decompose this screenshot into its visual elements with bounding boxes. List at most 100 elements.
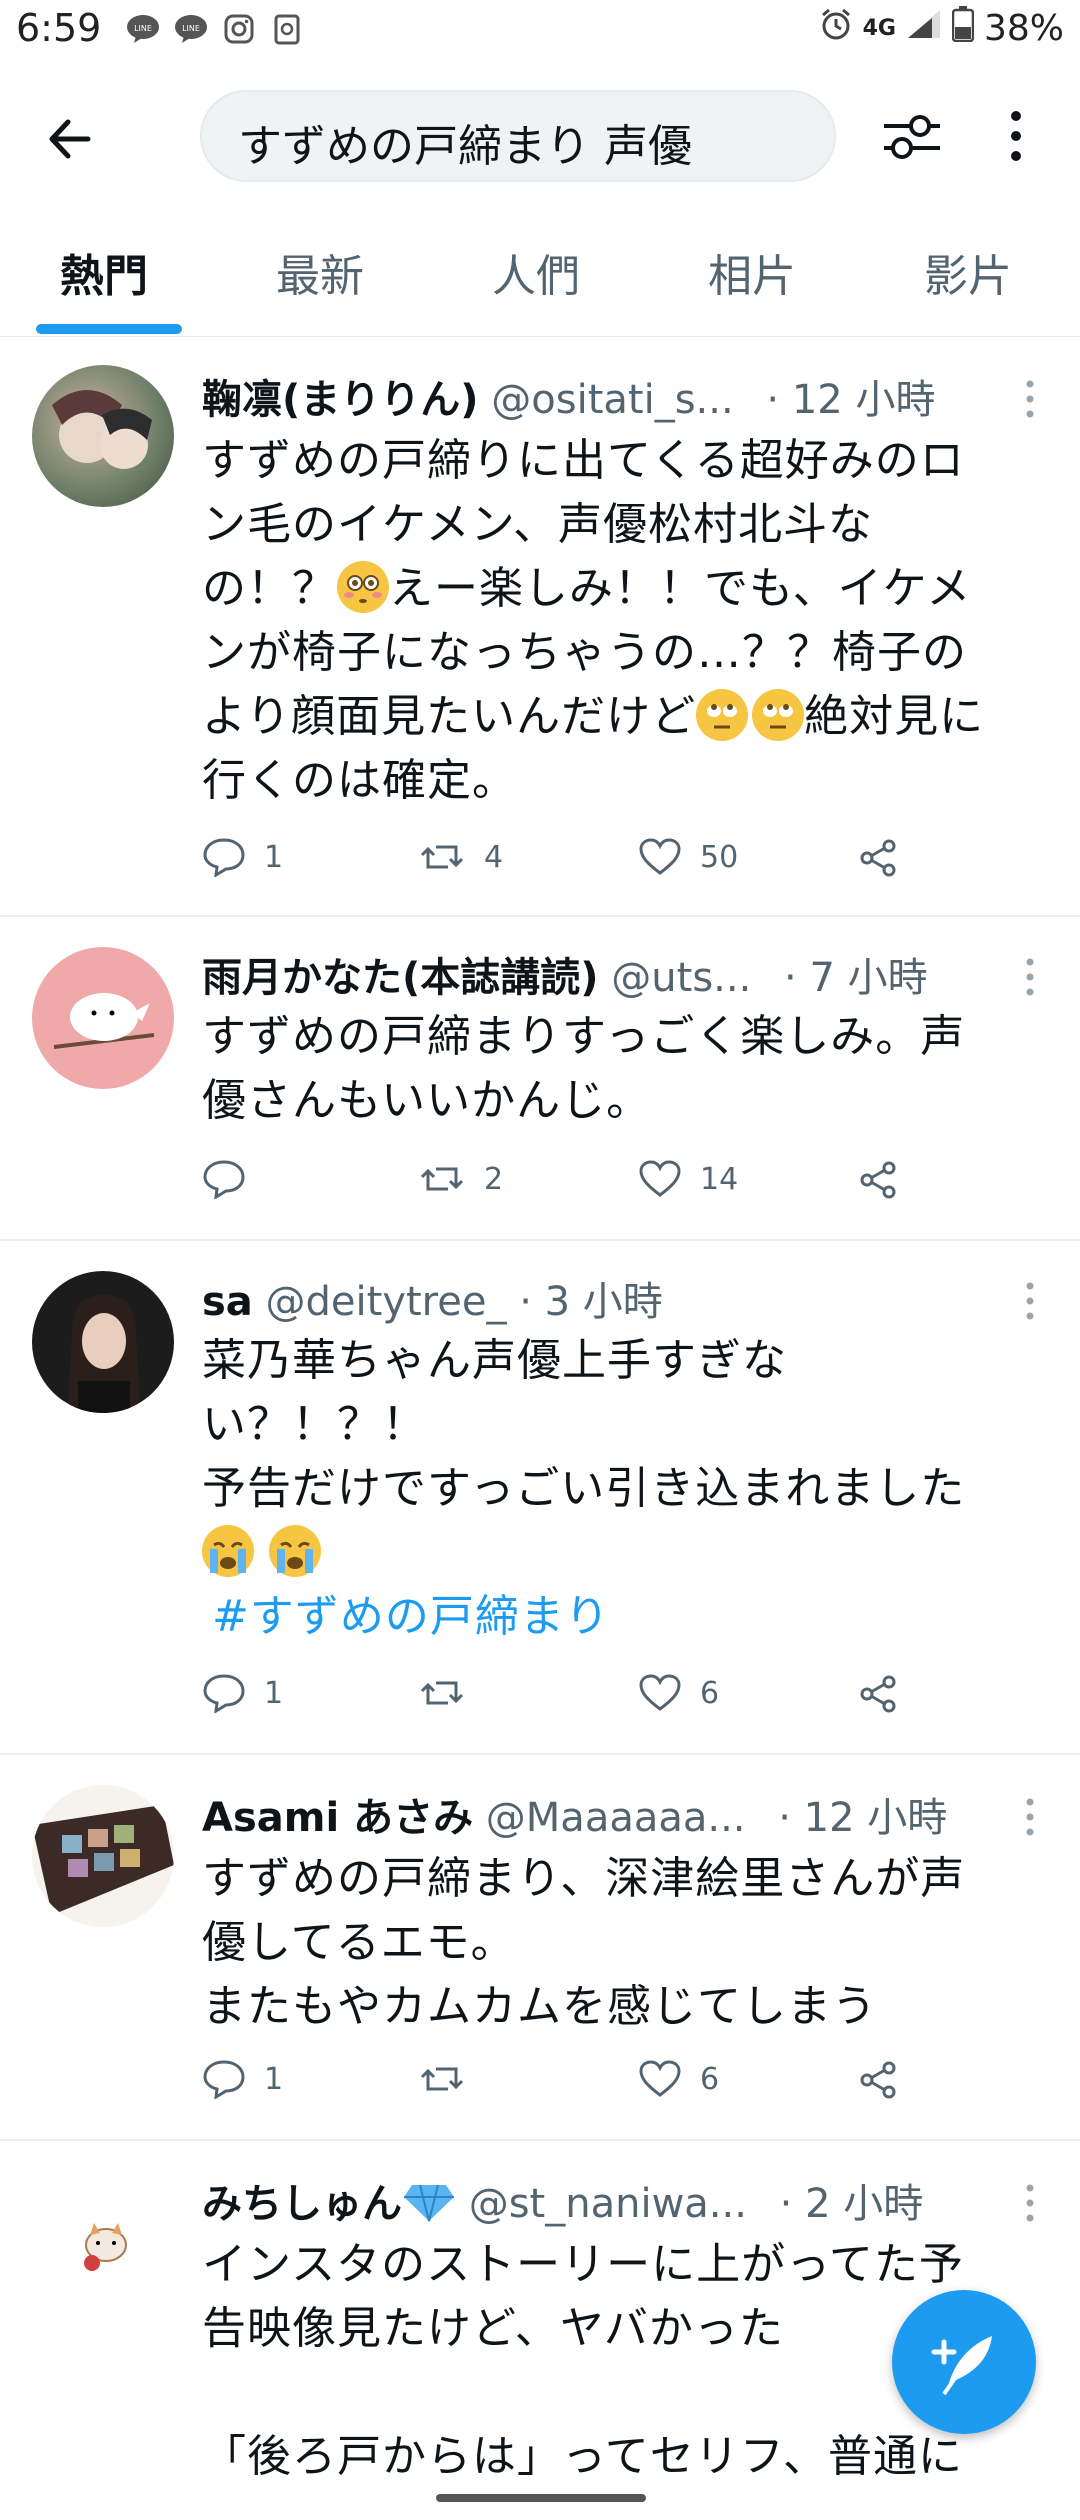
line-icon: LINE [174, 12, 208, 46]
tweet-line: い？！？！ [202, 1399, 427, 1450]
display-name[interactable]: 鞠凛(まりりん) [202, 377, 479, 423]
reply-button[interactable]: 1 [202, 2059, 283, 2099]
share-icon [860, 2061, 896, 2099]
tweet-line [202, 1521, 1042, 1585]
retweet-icon [420, 1167, 464, 1191]
avatar[interactable] [32, 365, 174, 507]
compose-tweet-button[interactable] [892, 2290, 1036, 2434]
like-button[interactable]: 14 [638, 1159, 738, 1199]
tweet-more-icon[interactable] [1024, 1281, 1036, 1321]
like-count: 50 [700, 839, 739, 875]
gesture-nav-bar[interactable] [436, 2494, 646, 2502]
tweet-time: · 7 小時 [784, 955, 928, 1001]
share-icon [860, 839, 896, 877]
tweet-text: すずめの戸締まり、深津絵里さんが声 優してるエモ。 またもやカムカムを感じてしま… [202, 1847, 1042, 2039]
tweet-line: 菜乃華ちゃん声優上手すぎな [202, 1335, 787, 1386]
heart-icon [639, 1160, 681, 1197]
tweet-line: 優さんもいいかんじ。 [202, 1075, 652, 1126]
share-icon [860, 1675, 896, 1713]
hashtag-link[interactable]: #すずめの戸締まり [212, 1585, 1042, 1649]
battery-percent: 38% [983, 8, 1064, 49]
reply-button[interactable]: 1 [202, 837, 283, 877]
retweet-icon [420, 845, 464, 869]
reply-icon [203, 838, 245, 877]
heart-icon [639, 2060, 681, 2097]
share-icon [860, 1161, 896, 1199]
tweet[interactable]: Asami あさみ @Maaaaaa... · 12 小時 すずめの戸締まり、深… [0, 1755, 1080, 2141]
tweet-time: · 12 小時 [778, 1795, 948, 1841]
share-button[interactable] [858, 2059, 900, 2101]
share-button[interactable] [858, 837, 900, 879]
reply-icon [203, 1674, 245, 1713]
reply-button[interactable]: 1 [202, 1673, 283, 1713]
tab-people[interactable]: 人們 [492, 240, 580, 304]
tweet-time: · 3 小時 [519, 1279, 663, 1325]
tweet-more-icon[interactable] [1024, 1797, 1036, 1837]
like-count: 6 [700, 1675, 720, 1711]
search-input[interactable]: すずめの戸締まり 声優 [200, 90, 836, 182]
tab-videos[interactable]: 影片 [924, 240, 1012, 304]
active-tab-indicator [36, 324, 182, 334]
reply-icon [203, 1160, 245, 1199]
tweet-more-icon[interactable] [1024, 379, 1036, 419]
heart-icon [639, 1674, 681, 1711]
tweet[interactable]: 雨月かなた(本誌講読) @uts... · 7 小時 すずめの戸締まりすっごく楽… [0, 917, 1080, 1241]
tweet-line: の！？ えー楽しみ！！でも、イケメ [202, 561, 972, 614]
avatar[interactable] [32, 1271, 174, 1413]
tweet-line: すずめの戸締まり、深津絵里さんが声 [202, 1853, 966, 1904]
crying-face-emoji [269, 1525, 321, 1577]
status-bar: 6:59 LINE LINE 4G 38% [0, 0, 1080, 64]
avatar[interactable] [32, 1785, 174, 1927]
retweet-icon [420, 2067, 464, 2091]
display-name[interactable]: sa [202, 1279, 253, 1325]
tweet-line: 予告だけですっごい引き込まれました [202, 1463, 966, 1514]
tab-top[interactable]: 熱門 [60, 240, 148, 304]
tweet-more-icon[interactable] [1024, 2183, 1036, 2223]
tweet-time: · 2 小時 [779, 2181, 924, 2227]
display-name[interactable]: 雨月かなた(本誌講読) [202, 955, 599, 1001]
like-button[interactable]: 6 [638, 1673, 719, 1713]
tweet[interactable]: 鞠凛(まりりん) @ositati_s... · 12 小時 すずめの戸締りに出… [0, 337, 1080, 917]
tab-photos[interactable]: 相片 [708, 240, 796, 304]
tweet-line: ンが椅子になっちゃうの…？？椅子の [202, 627, 967, 678]
retweet-count: 4 [484, 839, 504, 875]
avatar[interactable] [32, 947, 174, 1089]
tweet-text: すずめの戸締りに出てくる超好みのロ ン毛のイケメン、声優松村北斗な の！？ えー楽… [202, 429, 1042, 813]
retweet-button[interactable]: 4 [418, 837, 503, 877]
retweet-button[interactable] [418, 2059, 484, 2099]
display-name[interactable]: みちしゅん [202, 2181, 402, 2227]
share-button[interactable] [858, 1159, 900, 1201]
tweet-header: 雨月かなた(本誌講読) @uts... · 7 小時 [202, 945, 1002, 1003]
user-handle: @ositati_s... [491, 377, 734, 423]
back-button[interactable] [36, 104, 106, 174]
like-button[interactable]: 50 [638, 837, 738, 877]
tweet-header: みちしゅん @st_naniwa... · 2 小時 [202, 2171, 1002, 2229]
search-filter-button[interactable] [880, 104, 944, 168]
rolling-eyes-emoji [752, 689, 805, 741]
status-time: 6:59 [16, 6, 102, 50]
reply-count: 1 [264, 2061, 284, 2097]
user-handle: @uts... [611, 955, 752, 1001]
overflow-menu-button[interactable] [996, 104, 1036, 168]
share-button[interactable] [858, 1673, 900, 1715]
tweet-text: すずめの戸締まりすっごく楽しみ。声 優さんもいいかんじ。 [202, 1005, 1042, 1133]
reply-button[interactable] [202, 1159, 264, 1199]
retweet-button[interactable]: 2 [418, 1159, 503, 1199]
svg-text:LINE: LINE [134, 24, 152, 33]
avatar[interactable] [32, 2171, 174, 2313]
tweet-header: sa @deitytree_ · 3 小時 [202, 1269, 1002, 1327]
tweet-more-icon[interactable] [1024, 957, 1036, 997]
tweet-line: 「後ろ戸からは」ってセリフ、普通に [202, 2431, 964, 2482]
like-button[interactable]: 6 [638, 2059, 719, 2099]
tweet[interactable]: sa @deitytree_ · 3 小時 菜乃華ちゃん声優上手すぎな い？！？… [0, 1241, 1080, 1755]
signal-icon [906, 8, 942, 49]
like-count: 14 [700, 1161, 739, 1197]
network-type: 4G [862, 16, 896, 41]
retweet-button[interactable] [418, 1673, 484, 1713]
like-count: 6 [700, 2061, 720, 2097]
tweet-actions: 1 6 [202, 2059, 922, 2119]
compose-feather-icon [931, 2336, 992, 2396]
search-query: すずめの戸締まり 声優 [238, 121, 692, 172]
display-name[interactable]: Asami あさみ [202, 1795, 473, 1841]
tab-latest[interactable]: 最新 [276, 240, 364, 304]
